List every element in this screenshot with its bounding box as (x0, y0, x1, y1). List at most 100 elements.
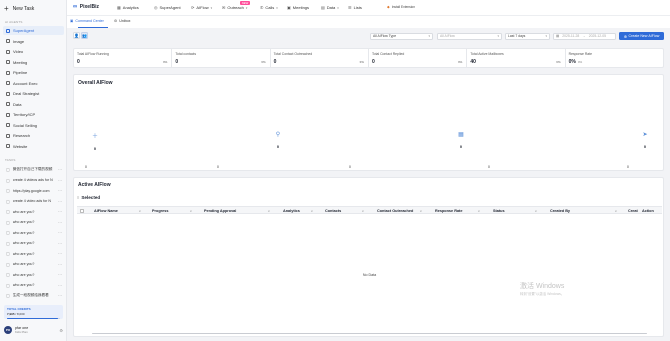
sidebar-item-meeting[interactable]: Meeting (3, 58, 64, 67)
horizontal-scrollbar[interactable] (92, 333, 647, 335)
task-item[interactable]: ▢ create 4 videos ads for N ··· (3, 176, 64, 185)
sidebar-item-territory[interactable]: Territory/ICP (3, 110, 64, 119)
panel-title: Active AIFlow (78, 182, 111, 188)
sidebar-item-label: Deal Strategist (13, 91, 40, 96)
user-profile[interactable]: PO pfar one Kids Plan ⚙ (4, 324, 63, 336)
nav-meetings[interactable]: ▣ Meetings (287, 5, 309, 10)
chat-icon: ▢ (6, 272, 10, 278)
video-icon (6, 49, 10, 54)
search-icon[interactable]: ⌕ (311, 209, 313, 213)
sidebar-item-social-selling[interactable]: Social Selling (3, 121, 64, 130)
task-item[interactable]: ▢ https://play.google.com ··· (3, 186, 64, 195)
tab-command-center[interactable]: ▣ Command Center (70, 19, 104, 23)
sidebar-item-research[interactable]: Research (3, 131, 64, 140)
superagent-icon: ◎ (154, 5, 158, 10)
empty-state: No Data (362, 273, 377, 277)
more-icon[interactable]: ··· (58, 230, 64, 235)
credits-card[interactable]: TOTAL CREDITS 7,995 / 8,000 (4, 305, 63, 319)
task-item[interactable]: ▢ who are you? ··· (3, 207, 64, 216)
sidebar-item-account-exec[interactable]: Account Exec (3, 79, 64, 88)
install-extension-link[interactable]: ◆ Install Extension (387, 5, 415, 9)
aiflow-select[interactable]: All AIFlow ▾ (437, 32, 502, 40)
more-icon[interactable]: ··· (58, 283, 64, 288)
task-item[interactable]: ▢ who are you? ··· (3, 218, 64, 227)
column-header: Action (642, 208, 654, 213)
sidebar-item-pipeline[interactable]: Pipeline (3, 68, 64, 77)
more-icon[interactable]: ··· (58, 199, 64, 204)
more-icon[interactable]: ··· (58, 251, 64, 256)
sidebar: + New Task AI AGENTS SuperAgent Image Vi… (0, 0, 67, 341)
overall-aiflow-panel: Overall AIFlow ＋ 0 ⚲ 0 ▦ 0 ➤ 0 0 0 0 0 0 (73, 74, 664, 171)
panel-title: Overall AIFlow (78, 80, 113, 86)
search-icon[interactable]: ⌕ (420, 209, 422, 213)
task-item[interactable]: ▢ who are you? ··· (3, 239, 64, 248)
team-view-button[interactable]: 👥 (81, 32, 88, 39)
task-item[interactable]: ▢ who are you? ··· (3, 228, 64, 237)
task-item[interactable]: ▢ who are you? ··· (3, 270, 64, 279)
period-select[interactable]: Last 7 days ▾ (505, 32, 550, 40)
data-icon (6, 102, 10, 106)
more-icon[interactable]: ··· (58, 167, 64, 172)
superagent-icon (6, 28, 10, 33)
overall-stat-sent: ➤ 0 (635, 131, 655, 149)
task-item[interactable]: ▢ 生成一段视频给我看看 ··· (3, 291, 64, 300)
search-icon[interactable]: ⌕ (535, 209, 537, 213)
stat-value-row: 0 0% (77, 59, 168, 65)
nav-superagent[interactable]: ◎ SuperAgent (154, 5, 181, 10)
new-task-button[interactable]: + New Task (4, 4, 62, 14)
chevron-down-icon: ▾ (210, 5, 213, 10)
more-icon[interactable]: ··· (58, 293, 64, 298)
brand-logo[interactable]: ∞ PixelBiz (73, 4, 99, 10)
task-item[interactable]: ▢ who are you? ··· (3, 260, 64, 269)
nav-analytics[interactable]: ▦ Analytics (117, 5, 139, 10)
nav-outreach[interactable]: ✉ Outreach ▾ (222, 5, 247, 10)
nav-aiflow[interactable]: ⟳ AIFlow ▾ (191, 5, 212, 10)
search-icon[interactable]: ⌕ (139, 209, 141, 213)
task-item[interactable]: ▢ 微信打开自己下载的视频 ··· (3, 165, 64, 174)
image-icon (6, 39, 10, 43)
more-icon[interactable]: ··· (58, 188, 64, 193)
search-icon[interactable]: ⌕ (190, 209, 192, 213)
more-icon[interactable]: ··· (58, 209, 64, 214)
search-icon[interactable]: ⌕ (268, 209, 270, 213)
nav-lists[interactable]: ☰ Lists (348, 5, 362, 10)
search-icon[interactable]: ⌕ (615, 209, 617, 213)
watermark-title: 激活 Windows (520, 283, 565, 290)
search-icon[interactable]: ⌕ (478, 209, 480, 213)
sidebar-item-deal-strategist[interactable]: Deal Strategist (3, 89, 64, 98)
select-all-checkbox[interactable] (80, 209, 84, 213)
create-new-aiflow-button[interactable]: ⊕ Create New AIFlow (619, 32, 664, 40)
user-view-button[interactable]: 👤 (73, 32, 80, 39)
more-icon[interactable]: ··· (58, 178, 64, 183)
top-navigation: ∞ PixelBiz ▦ Analytics ◎ SuperAgent NEW ⟳ A… (67, 0, 670, 16)
credits-value-row: 7,995 / 8,000 (7, 312, 60, 316)
nav-data[interactable]: ▤ Data ▾ (321, 5, 339, 10)
task-item[interactable]: ▢ who are you? ··· (3, 249, 64, 258)
search-icon[interactable]: ⌕ (362, 209, 364, 213)
sidebar-item-video[interactable]: Video (3, 47, 64, 56)
calendar-icon: ▦ (556, 34, 560, 38)
sidebar-item-superagent[interactable]: SuperAgent (3, 26, 64, 35)
user-icon: 👤 (74, 33, 79, 38)
sidebar-item-website[interactable]: Website (3, 142, 64, 151)
sidebar-item-image[interactable]: Image (3, 37, 64, 46)
overall-mini-value: 0 (85, 165, 87, 169)
sidebar-item-label: Video (13, 49, 24, 54)
settings-icon[interactable]: ⚙ (59, 328, 63, 333)
aiflow-type-select[interactable]: All AIFlow Type ▾ (370, 32, 433, 40)
task-item[interactable]: ▢ create 4 video ads for N ··· (3, 197, 64, 206)
more-icon[interactable]: ··· (58, 272, 64, 277)
tab-unibox[interactable]: ⚙ Unibox (114, 19, 130, 23)
date-range-picker[interactable]: ▦ 2025-11-28 → 2025-12-05 (553, 32, 616, 40)
chat-icon: ▢ (6, 209, 10, 215)
more-icon[interactable]: ··· (58, 241, 64, 246)
nav-calls[interactable]: ✆ Calls ▾ (260, 5, 278, 10)
task-item[interactable]: ▢ who are you? ··· (3, 281, 64, 290)
sidebar-item-data[interactable]: Data (3, 100, 64, 109)
stat-label: Response Rate (568, 52, 593, 56)
stat-label: Total Contact Replied (371, 52, 405, 56)
more-icon[interactable]: ··· (58, 262, 64, 267)
new-task-label: New Task (12, 6, 35, 12)
more-icon[interactable]: ··· (58, 220, 64, 225)
task-title: who are you? (12, 230, 35, 235)
